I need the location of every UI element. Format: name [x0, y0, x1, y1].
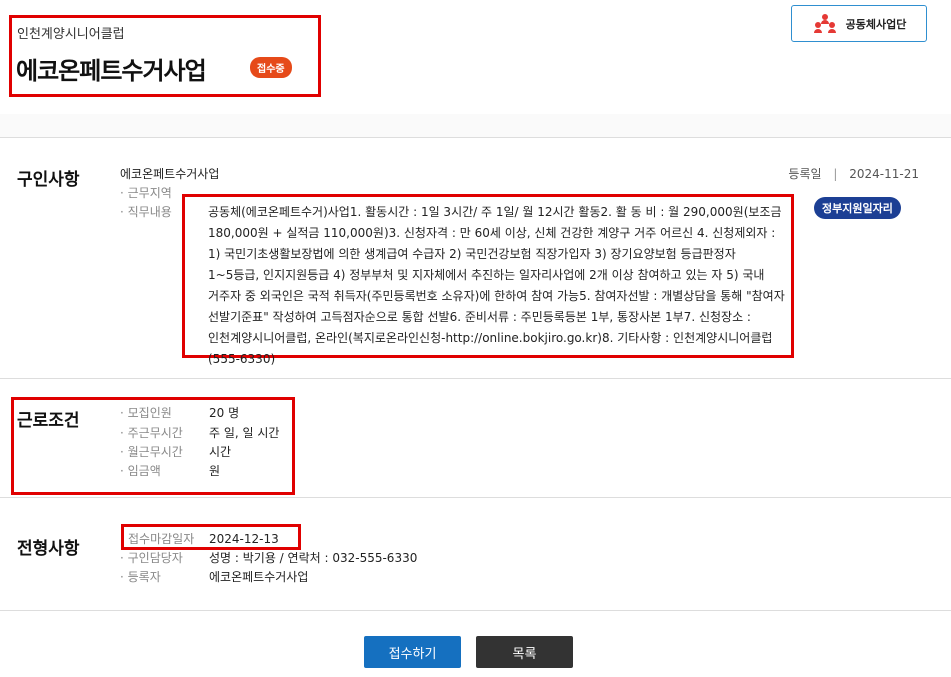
list-button[interactable]: 목록 — [476, 636, 573, 668]
header-divider-band — [0, 114, 951, 138]
gov-job-badge: 정부지원일자리 — [814, 197, 901, 219]
registration-date-label: 등록일 — [788, 167, 822, 181]
condition-value: 원 — [209, 464, 221, 478]
condition-row: · 모집인원 20 명 — [120, 404, 239, 423]
registration-date: 등록일 | 2024-11-21 — [788, 167, 919, 181]
org-name: 인천계양시니어클럽 — [17, 27, 125, 42]
condition-label: · 임금액 — [120, 464, 161, 478]
selection-label: · 등록자 — [120, 570, 161, 584]
condition-row: · 임금액 원 — [120, 462, 220, 481]
registration-date-value: 2024-11-21 — [849, 167, 919, 181]
condition-value: 주 일, 일 시간 — [209, 426, 280, 440]
duty-label: · 직무내용 — [120, 205, 172, 219]
apply-button[interactable]: 접수하기 — [364, 636, 461, 668]
condition-label: · 모집인원 — [120, 406, 172, 420]
duty-description: 공동체(에코온페트수거)사업1. 활동시간 : 1일 3시간/ 주 1일/ 월 … — [208, 205, 785, 366]
page-title: 에코온페트수거사업 — [16, 57, 207, 85]
selection-value: 성명 : 박기용 / 연락처 : 032-555-6330 — [209, 551, 418, 565]
selection-label: 접수마감일자 — [128, 532, 195, 546]
recruit-company: 에코온페트수거사업 — [120, 167, 220, 181]
work-area-label: · 근무지역 — [120, 186, 172, 200]
condition-row: · 주근무시간 주 일, 일 시간 — [120, 424, 279, 443]
condition-row: · 월근무시간 시간 — [120, 443, 231, 462]
condition-value: 시간 — [209, 445, 232, 459]
selection-row: · 구인담당자 성명 : 박기용 / 연락처 : 032-555-6330 — [120, 549, 417, 568]
selection-section-title: 전형사항 — [17, 539, 80, 559]
conditions-section-title: 근로조건 — [17, 411, 80, 431]
group-people-icon — [813, 13, 836, 33]
selection-value: 에코온페트수거사업 — [209, 570, 309, 584]
recruit-section-title: 구인사항 — [17, 170, 80, 190]
selection-label: · 구인담당자 — [120, 551, 183, 565]
selection-row: 접수마감일자 2024-12-13 — [128, 530, 279, 549]
status-badge: 접수중 — [250, 57, 292, 78]
work-area-row: · 근무지역 — [120, 184, 172, 203]
duty-row: · 직무내용 — [120, 203, 172, 222]
condition-value: 20 명 — [209, 406, 240, 420]
selection-value: 2024-12-13 — [209, 532, 279, 546]
condition-label: · 월근무시간 — [120, 445, 183, 459]
community-business-label: 공동체사업단 — [845, 17, 907, 31]
community-business-button[interactable]: 공동체사업단 — [791, 5, 927, 42]
selection-row: · 등록자 에코온페트수거사업 — [120, 568, 308, 587]
condition-label: · 주근무시간 — [120, 426, 183, 440]
